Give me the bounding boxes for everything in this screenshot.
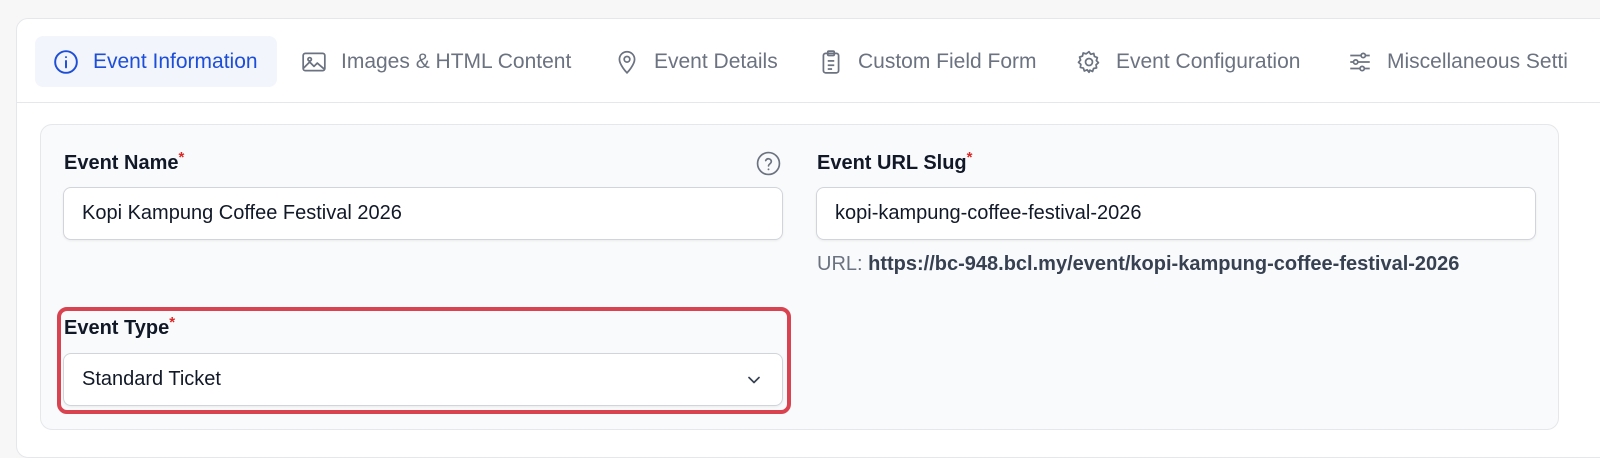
map-pin-icon [618, 50, 636, 74]
event-url-slug-label: Event URL Slug* [817, 149, 973, 174]
tab-custom-field-form[interactable]: Custom Field Form [818, 36, 1037, 87]
tab-label: Custom Field Form [858, 49, 1037, 73]
event-name-label: Event Name* [64, 149, 185, 174]
sliders-icon [1350, 51, 1370, 72]
tab-label: Event Details [654, 49, 778, 73]
event-type-label: Event Type* [64, 314, 176, 339]
tab-miscellaneous-settings[interactable]: Miscellaneous Setti [1347, 36, 1568, 87]
event-information-panel: Event Name* Kopi Kampung Coffee Festival… [40, 124, 1559, 430]
help-icon[interactable] [756, 151, 781, 176]
tab-bar: Event Information Images & HTML Content … [17, 19, 1600, 103]
image-icon [302, 51, 326, 72]
event-url-preview: URL: https://bc-948.bcl.my/event/kopi-ka… [817, 253, 1459, 276]
required-marker: * [169, 314, 176, 331]
gear-icon [1077, 50, 1100, 73]
required-marker: * [966, 149, 973, 166]
required-marker: * [178, 149, 185, 166]
tab-event-information[interactable]: Event Information [35, 36, 277, 87]
tab-images-html-content[interactable]: Images & HTML Content [301, 36, 571, 87]
tab-label: Miscellaneous Setti [1387, 49, 1568, 73]
tab-event-configuration[interactable]: Event Configuration [1076, 36, 1300, 87]
info-icon [54, 49, 78, 74]
event-name-value: Kopi Kampung Coffee Festival 2026 [82, 202, 402, 224]
event-name-input[interactable]: Kopi Kampung Coffee Festival 2026 [63, 187, 783, 240]
event-url-slug-input[interactable]: kopi-kampung-coffee-festival-2026 [816, 187, 1536, 240]
url-value: https://bc-948.bcl.my/event/kopi-kampung… [868, 253, 1460, 275]
event-type-select[interactable]: Standard Ticket [63, 353, 783, 406]
event-form-card: Event Information Images & HTML Content … [16, 18, 1600, 458]
event-type-value: Standard Ticket [82, 368, 221, 390]
url-prefix: URL: [817, 253, 863, 275]
tab-event-details[interactable]: Event Details [614, 36, 778, 87]
clipboard-icon [822, 49, 840, 74]
chevron-down-icon [748, 376, 760, 384]
event-url-slug-value: kopi-kampung-coffee-festival-2026 [835, 202, 1142, 224]
tab-label: Event Information [93, 49, 258, 73]
tab-label: Event Configuration [1116, 49, 1301, 73]
tab-label: Images & HTML Content [341, 49, 572, 73]
